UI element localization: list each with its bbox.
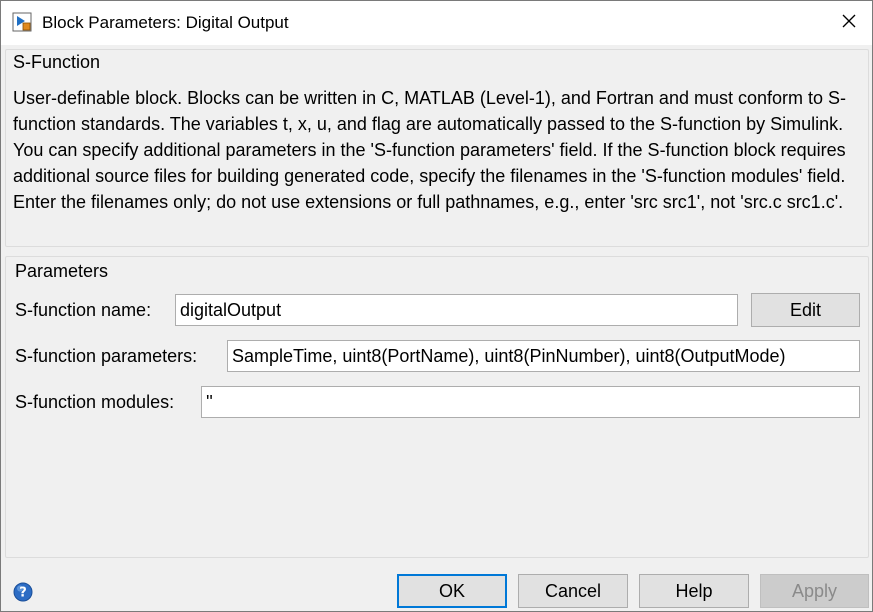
ok-button[interactable]: OK — [397, 574, 507, 608]
simulink-block-icon — [12, 12, 32, 32]
edit-button[interactable]: Edit — [751, 293, 860, 327]
close-icon — [841, 13, 857, 34]
svg-text:?: ? — [19, 586, 27, 601]
sfunction-name-input[interactable] — [175, 294, 738, 326]
window-title: Block Parameters: Digital Output — [42, 13, 289, 32]
help-button[interactable]: Help — [639, 574, 749, 608]
sfunction-modules-label: S-function modules: — [15, 392, 175, 412]
sfunction-parameters-input[interactable] — [227, 340, 860, 372]
apply-button[interactable]: Apply — [760, 574, 869, 608]
title-bar: Block Parameters: Digital Output — [1, 1, 872, 45]
sfunction-modules-input[interactable] — [201, 386, 860, 418]
sfunction-group-title: S-Function — [13, 52, 101, 72]
sfunction-description: User-definable block. Blocks can be writ… — [13, 88, 847, 212]
dialog-window: Block Parameters: Digital Output S-Funct… — [0, 0, 873, 612]
close-button[interactable] — [826, 1, 872, 45]
cancel-button[interactable]: Cancel — [518, 574, 628, 608]
help-icon[interactable]: ? — [13, 582, 33, 602]
sfunction-name-label: S-function name: — [15, 300, 152, 320]
parameters-group-title: Parameters — [15, 261, 109, 281]
sfunction-parameters-label: S-function parameters: — [15, 346, 198, 366]
